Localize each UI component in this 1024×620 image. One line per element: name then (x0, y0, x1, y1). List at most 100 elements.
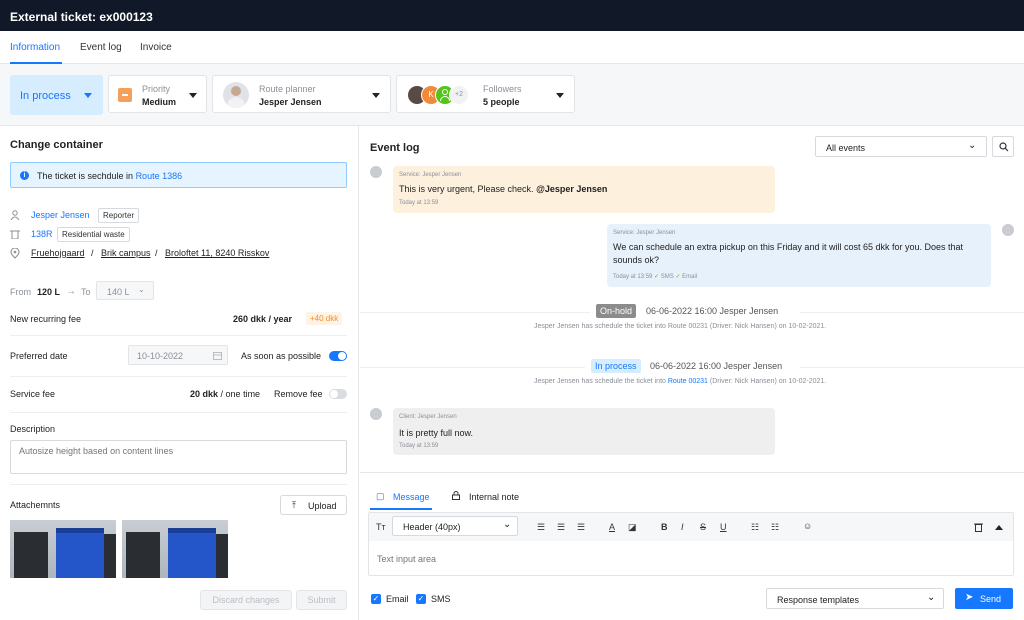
message-time: Today at 13:59 (399, 443, 439, 449)
recurring-fee-label: New recurring fee (10, 314, 82, 324)
followers-dropdown[interactable]: K +2 Followers 5 people (396, 75, 575, 113)
send-button[interactable]: ➤ Send (955, 588, 1013, 609)
upload-button[interactable]: ⤒ Upload (280, 495, 347, 515)
description-input[interactable] (10, 440, 347, 474)
upload-icon: ⤒ (292, 500, 296, 510)
status-badge-on-hold: On-hold (596, 304, 637, 318)
strikethrough-icon[interactable]: S (700, 522, 706, 532)
align-left-icon[interactable]: ☰ (537, 522, 545, 533)
collapse-icon[interactable] (995, 525, 1003, 530)
container-link[interactable]: 138R (31, 229, 53, 239)
info-icon: i (20, 171, 29, 180)
tab-message[interactable]: Message (393, 492, 430, 502)
container-type-tag: Residential waste (57, 227, 130, 242)
route-link[interactable]: Route 00231 (668, 378, 708, 385)
align-center-icon[interactable]: ☰ (557, 522, 565, 533)
event-meta: 06-06-2022 16:00 Jesper Jensen (650, 361, 783, 371)
panel-title: Change container (10, 139, 103, 151)
notice-text: The ticket is sechdule in (37, 171, 136, 181)
divider (10, 412, 347, 413)
message-bubble: Service: Jesper Jensen We can schedule a… (607, 224, 991, 287)
sms-label: SMS (431, 594, 451, 604)
avatar (370, 166, 382, 178)
discard-changes-button[interactable]: Discard changes (200, 590, 292, 610)
preferred-date-input[interactable]: 10-10-2022 (128, 345, 228, 365)
address-street-link[interactable]: Broloftet 11, 8240 Risskov (165, 248, 269, 258)
event-detail: Jesper Jensen has schedule the ticket in… (534, 323, 827, 330)
event-log-panel: Event log All events ⌄ Service: Jesper J… (360, 126, 1024, 620)
attachment-image[interactable] (122, 520, 228, 578)
event-meta: 06-06-2022 16:00 Jesper Jensen (646, 306, 779, 316)
tab-invoice[interactable]: Invoice (140, 42, 172, 53)
mention[interactable]: @Jesper Jensen (536, 184, 607, 194)
tab-bar: Information Event log Invoice (0, 31, 1024, 64)
underline-icon[interactable]: U (720, 522, 727, 532)
divider (10, 484, 347, 485)
message-sender: Client: Jesper Jensen (399, 414, 457, 420)
recurring-fee-value: 260 dkk / year (233, 314, 293, 324)
search-button[interactable] (992, 136, 1014, 157)
reporter-link[interactable]: Jesper Jensen (31, 210, 90, 220)
priority-icon (118, 88, 132, 102)
from-label: From (10, 287, 31, 297)
tab-information[interactable]: Information (10, 42, 60, 53)
message-text: It is pretty full now. (399, 428, 474, 438)
align-right-icon[interactable]: ☰ (577, 522, 585, 533)
avatar (370, 408, 382, 420)
bold-icon[interactable]: B (661, 522, 668, 532)
numbered-list-icon[interactable]: ☷ (771, 522, 779, 533)
header-style-value: Header (40px) (403, 522, 461, 532)
event-filter-select[interactable]: All events ⌄ (815, 136, 987, 157)
message-text: We can schedule an extra pickup on this … (613, 242, 964, 265)
chevron-down-icon (372, 93, 380, 98)
message-time: Today at 13:59 (613, 274, 653, 280)
address-area-link[interactable]: Fruehojgaard (31, 248, 85, 258)
divider (360, 367, 585, 368)
followers-value: 5 people (483, 97, 520, 107)
status-bar: In process Priority Medium Route planner… (0, 64, 1024, 126)
route-link[interactable]: Route 1386 (136, 171, 183, 181)
event-log-title: Event log (370, 142, 420, 154)
route-planner-dropdown[interactable]: Route planner Jesper Jensen (212, 75, 391, 113)
email-label: Email (386, 594, 409, 604)
email-checkbox[interactable]: ✓ (371, 594, 381, 604)
bullet-list-icon[interactable]: ☷ (751, 522, 759, 533)
service-fee-amount: 20 dkk (190, 389, 219, 399)
highlight-icon[interactable]: ◪ (628, 522, 637, 533)
service-fee-label: Service fee (10, 389, 56, 399)
message-input[interactable] (369, 542, 1013, 575)
divider (360, 312, 590, 313)
divider (10, 335, 347, 336)
asap-toggle[interactable] (329, 351, 347, 361)
sms-checkbox[interactable]: ✓ (416, 594, 426, 604)
trash-icon[interactable] (974, 522, 983, 532)
attachment-image[interactable] (10, 520, 116, 578)
check-icon: ✓ (675, 274, 681, 280)
tab-internal-note[interactable]: Internal note (469, 492, 519, 502)
submit-button[interactable]: Submit (296, 590, 347, 610)
remove-fee-toggle[interactable] (329, 389, 347, 399)
address-site-link[interactable]: Brik campus (101, 248, 151, 258)
tab-event-log[interactable]: Event log (80, 42, 122, 53)
priority-dropdown[interactable]: Priority Medium (108, 75, 207, 113)
fee-difference-badge: +40 dkk (306, 312, 343, 325)
schedule-notice: i The ticket is sechdule in Route 1386 (10, 162, 347, 188)
message-time: Today at 13:59 (399, 200, 439, 206)
change-container-panel: Change container i The ticket is sechdul… (0, 126, 359, 620)
text-size-icon: Tт (376, 522, 386, 532)
font-color-icon[interactable]: A (609, 522, 615, 532)
lock-icon (452, 491, 460, 500)
divider (800, 367, 1024, 368)
response-templates-select[interactable]: Response templates ⌄ (766, 588, 944, 609)
search-icon (999, 142, 1009, 152)
preferred-date-label: Preferred date (10, 351, 68, 361)
trash-bin-icon (10, 230, 20, 239)
status-dropdown[interactable]: In process (10, 75, 103, 115)
location-pin-icon (10, 248, 20, 259)
to-size-select[interactable]: 140 L ⌄ (96, 281, 154, 300)
priority-value: Medium (142, 97, 177, 107)
header-style-select[interactable]: Header (40px) ⌄ (392, 516, 518, 536)
chevron-down-icon: ⌄ (503, 519, 512, 530)
italic-icon[interactable]: I (681, 522, 684, 532)
emoji-icon[interactable]: ☺ (803, 521, 812, 531)
